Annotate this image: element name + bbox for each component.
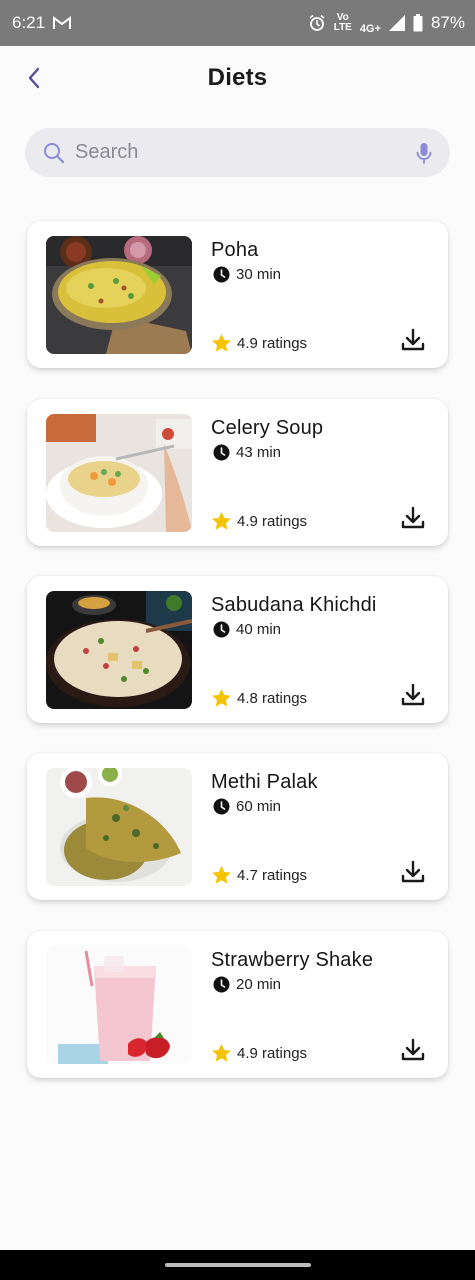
download-icon[interactable]: [400, 682, 426, 708]
diet-name: Strawberry Shake: [211, 949, 374, 971]
diet-time-label: 43 min: [236, 444, 282, 461]
clock-icon: [213, 976, 230, 993]
clock-icon: [213, 444, 230, 461]
clock-icon: [213, 266, 230, 283]
header: Diets: [0, 46, 475, 110]
back-button[interactable]: [20, 64, 48, 92]
diet-rating: 4.9 ratings: [211, 511, 307, 531]
diet-rating: 4.9 ratings: [211, 333, 307, 353]
diet-card-strawberry-shake[interactable]: Strawberry Shake 20 min 4.9 ratings: [27, 931, 448, 1078]
diet-card-sabudana-khichdi[interactable]: Sabudana Khichdi 40 min 4.8 ratings: [27, 576, 448, 723]
search-icon: [44, 142, 65, 163]
diet-time-label: 20 min: [236, 976, 282, 993]
diet-time: 20 min: [213, 976, 281, 993]
diet-rating: 4.8 ratings: [211, 688, 307, 708]
diet-time-label: 60 min: [236, 798, 282, 815]
diet-card-celery-soup[interactable]: Celery Soup 43 min 4.9 ratings: [27, 399, 448, 546]
status-time: 6:21: [12, 13, 46, 32]
download-icon[interactable]: [400, 859, 426, 885]
system-nav-bar: [0, 1250, 475, 1280]
poha-photo: [46, 236, 192, 354]
diet-time: 43 min: [213, 444, 281, 461]
celery-soup-photo: [46, 414, 192, 532]
clock-icon: [213, 621, 230, 638]
diet-time-label: 40 min: [236, 621, 282, 638]
diet-card-methi-palak[interactable]: Methi Palak 60 min 4.7 ratings: [27, 753, 448, 900]
diet-time: 60 min: [213, 798, 281, 815]
alarm-icon: [308, 14, 326, 32]
diet-name: Poha: [211, 239, 259, 261]
diet-name: Celery Soup: [211, 417, 324, 439]
battery-icon: [413, 14, 423, 32]
volte-indicator: Vo LTE: [333, 12, 352, 33]
diet-time: 40 min: [213, 621, 281, 638]
download-icon[interactable]: [400, 505, 426, 531]
diet-rating: 4.9 ratings: [211, 1043, 307, 1063]
diet-name: Methi Palak: [211, 771, 318, 793]
search-bar[interactable]: [25, 128, 450, 177]
battery-level: 87%: [430, 13, 465, 32]
home-gesture-handle[interactable]: [165, 1263, 311, 1267]
gmail-icon: [53, 16, 72, 30]
star-icon: [212, 333, 231, 352]
star-icon: [212, 1043, 231, 1062]
diet-rating-label: 4.9 ratings: [237, 1044, 308, 1062]
sabudana-khichdi-photo: [46, 591, 192, 709]
strawberry-shake-photo: [46, 946, 192, 1064]
diet-time-label: 30 min: [236, 266, 282, 283]
methi-palak-photo: [46, 768, 192, 886]
clock-icon: [213, 798, 230, 815]
download-icon[interactable]: [400, 1037, 426, 1063]
diet-rating-label: 4.8 ratings: [237, 689, 308, 707]
signal-icon: [388, 15, 405, 31]
star-icon: [212, 865, 231, 884]
star-icon: [212, 511, 231, 530]
diet-rating-label: 4.9 ratings: [237, 512, 308, 530]
page-title: Diets: [207, 64, 268, 91]
diet-name: Sabudana Khichdi: [211, 594, 377, 616]
diet-time: 30 min: [213, 266, 281, 283]
download-icon[interactable]: [400, 327, 426, 353]
diet-rating: 4.7 ratings: [211, 865, 307, 885]
star-icon: [212, 688, 231, 707]
status-bar: 6:21 Vo LTE 4G+ 87%: [0, 0, 475, 46]
search-input[interactable]: [75, 141, 414, 164]
microphone-icon[interactable]: [414, 141, 434, 165]
diet-rating-label: 4.7 ratings: [237, 866, 308, 884]
chevron-left-icon: [28, 67, 40, 89]
diet-card-poha[interactable]: Poha 30 min 4.9 ratings: [27, 221, 448, 368]
network-type: 4G+: [359, 23, 381, 35]
diet-rating-label: 4.9 ratings: [237, 334, 308, 352]
